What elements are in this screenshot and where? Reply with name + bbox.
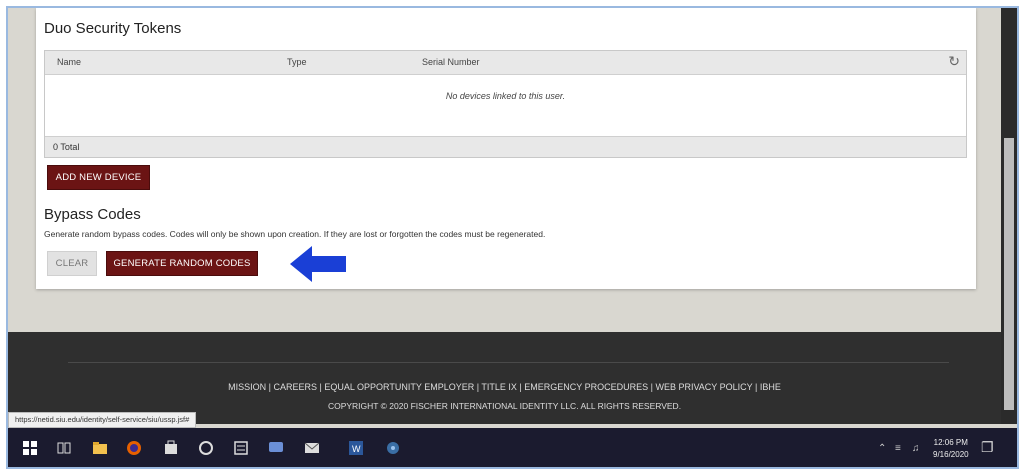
svg-text:W: W (352, 444, 361, 454)
support-icon[interactable] (198, 440, 214, 456)
page-content: Duo Security Tokens Name Type Serial Num… (8, 8, 1001, 332)
notifications-icon[interactable]: ❐ (981, 439, 994, 456)
column-type[interactable]: Type (287, 57, 307, 67)
add-new-device-button[interactable]: ADD NEW DEVICE (47, 165, 150, 190)
browser-frame: Duo Security Tokens Name Type Serial Num… (6, 6, 1019, 469)
word-icon[interactable]: W (348, 440, 364, 456)
footer-divider (68, 362, 949, 363)
store-icon[interactable] (163, 440, 179, 456)
generate-random-codes-button[interactable]: GENERATE RANDOM CODES (106, 251, 258, 276)
chevron-up-icon[interactable]: ⌃ (878, 443, 886, 454)
clear-button[interactable]: CLEAR (47, 251, 97, 276)
tokens-table: Name Type Serial Number ↻ No devices lin… (44, 50, 967, 158)
bypass-title: Bypass Codes (44, 206, 141, 223)
media-icon[interactable] (385, 440, 401, 456)
settings-card: Duo Security Tokens Name Type Serial Num… (36, 8, 976, 289)
arrow-icon (290, 246, 346, 282)
scrollbar-thumb[interactable] (1004, 138, 1014, 410)
bypass-description: Generate random bypass codes. Codes will… (44, 229, 546, 239)
refresh-icon[interactable]: ↻ (948, 53, 960, 70)
table-header: Name Type Serial Number ↻ (45, 51, 966, 75)
tokens-title: Duo Security Tokens (44, 20, 182, 37)
total-count: 0 Total (53, 142, 80, 152)
windows-taskbar: W ⌃ ≡ ♫ 12:06 PM 9/16/2020 ❐ (8, 428, 1017, 467)
column-serial-number[interactable]: Serial Number (422, 57, 480, 67)
clock-date: 9/16/2020 (933, 450, 969, 459)
volume-icon[interactable]: ♫ (912, 443, 920, 454)
file-explorer-icon[interactable] (92, 440, 108, 456)
empty-message: No devices linked to this user. (445, 91, 566, 101)
table-footer: 0 Total (45, 136, 966, 157)
status-bar-url: https://netid.siu.edu/identity/self-serv… (8, 412, 197, 428)
app-icon[interactable] (233, 440, 249, 456)
network-icon[interactable]: ≡ (895, 443, 901, 454)
page-scrollbar[interactable] (1001, 8, 1017, 424)
firefox-icon[interactable] (126, 440, 142, 456)
site-footer: MISSION | CAREERS | EQUAL OPPORTUNITY EM… (8, 332, 1001, 424)
column-name[interactable]: Name (57, 57, 81, 67)
system-clock[interactable]: 12:06 PM 9/16/2020 (933, 437, 969, 461)
clock-time: 12:06 PM (933, 438, 968, 447)
mail-icon[interactable] (304, 440, 320, 456)
footer-links[interactable]: MISSION | CAREERS | EQUAL OPPORTUNITY EM… (8, 382, 1001, 392)
chat-icon[interactable] (268, 440, 284, 456)
footer-copyright: COPYRIGHT © 2020 FISCHER INTERNATIONAL I… (327, 401, 682, 411)
task-view-icon[interactable] (56, 440, 72, 456)
windows-start-icon[interactable] (22, 440, 38, 456)
